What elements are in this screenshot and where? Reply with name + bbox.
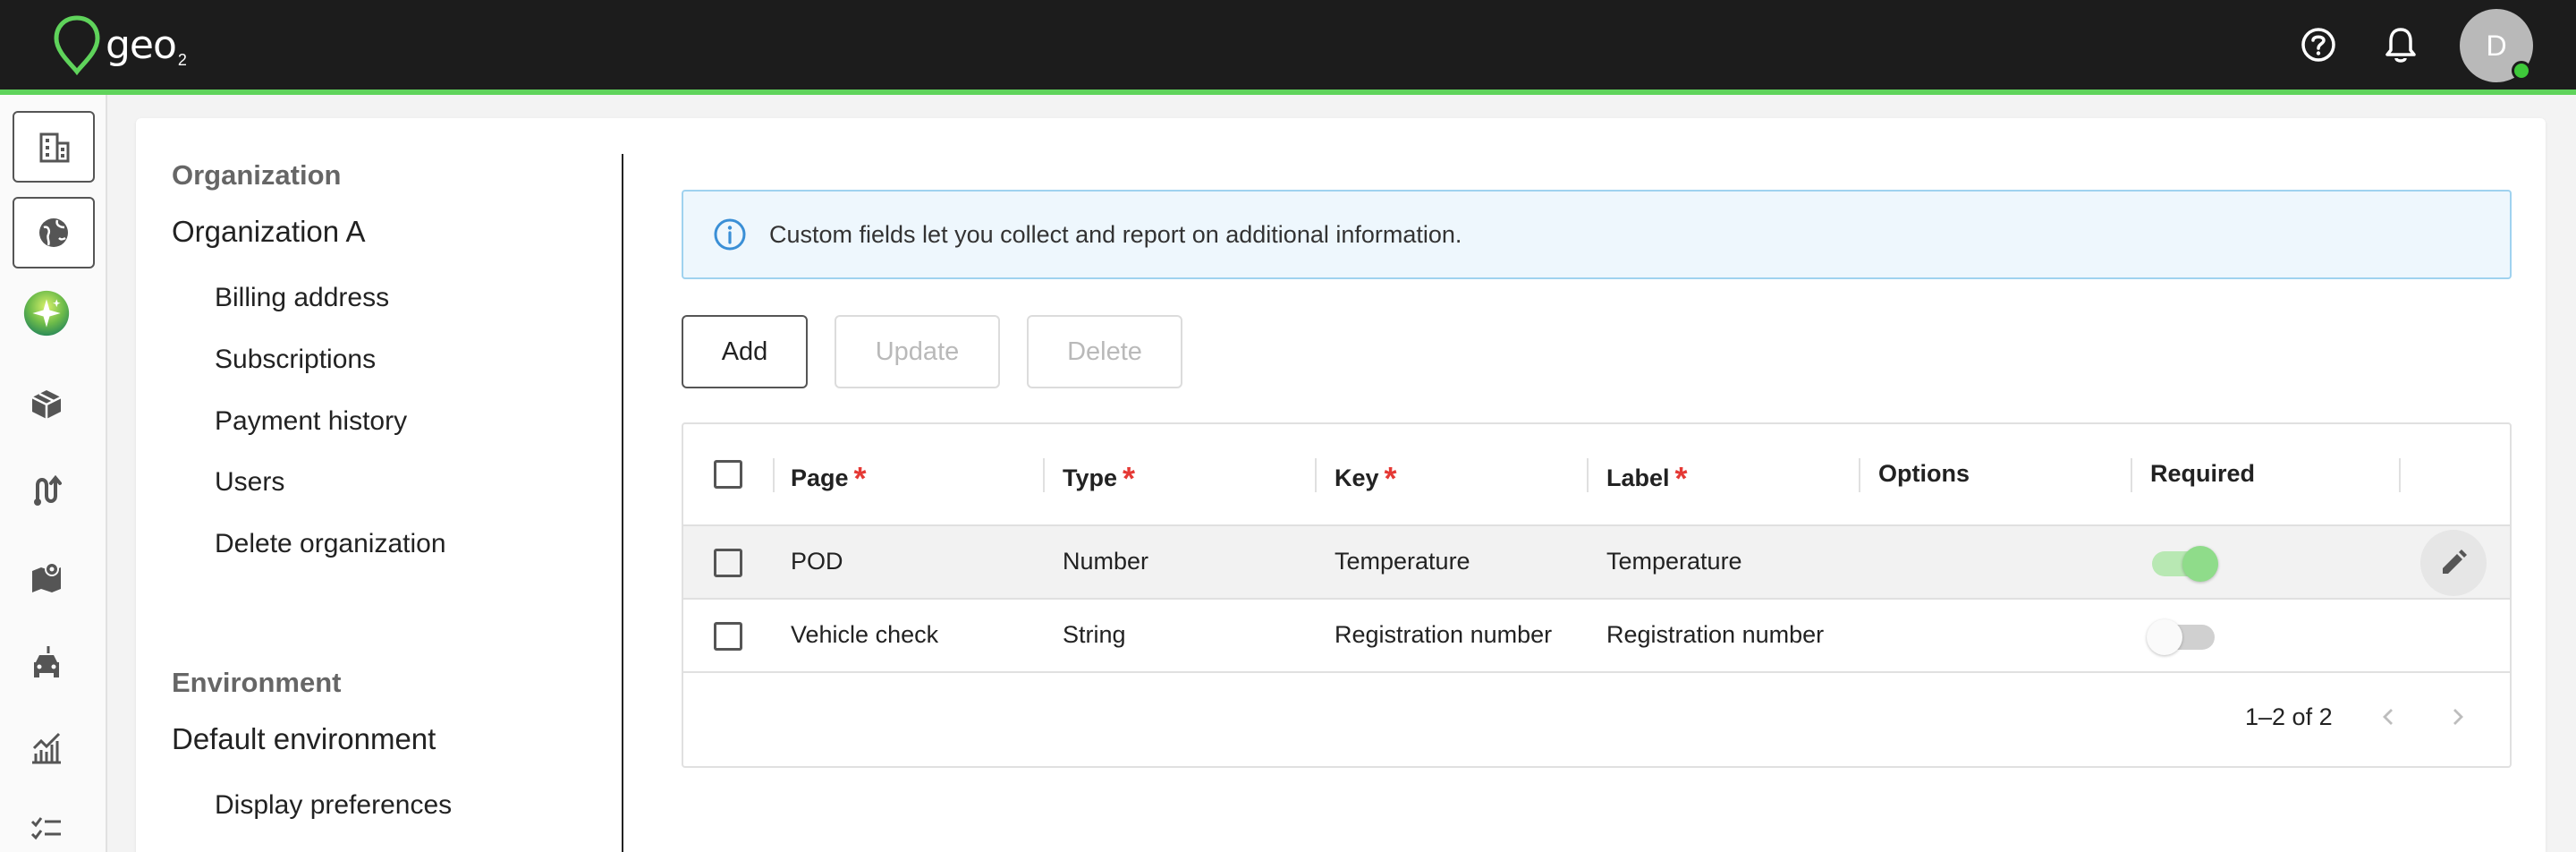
building-icon bbox=[39, 132, 70, 163]
table-header: Page * Type * Key * Label * Options Required bbox=[683, 424, 2510, 526]
column-separator bbox=[1859, 458, 1860, 492]
column-options-label: Options bbox=[1878, 460, 1970, 487]
column-separator bbox=[773, 458, 775, 492]
next-page-button[interactable] bbox=[2435, 694, 2479, 739]
cell-key: Temperature bbox=[1335, 548, 1470, 575]
column-separator bbox=[1587, 458, 1589, 492]
top-bar: geo 2 D bbox=[0, 0, 2576, 89]
cell-label: Temperature bbox=[1606, 548, 1742, 575]
geo-logo[interactable]: geo 2 bbox=[52, 14, 187, 75]
nav-item-payment-history[interactable]: Payment history bbox=[215, 406, 407, 437]
column-page-label: Page bbox=[791, 464, 849, 491]
required-asterisk: * bbox=[853, 460, 867, 497]
update-button[interactable]: Update bbox=[835, 315, 1000, 388]
add-button[interactable]: Add bbox=[682, 315, 808, 388]
column-type-label: Type bbox=[1063, 464, 1118, 491]
toggle-thumb bbox=[2147, 619, 2182, 655]
column-header-type[interactable]: Type * bbox=[1063, 456, 1136, 497]
environment-name[interactable]: Default environment bbox=[172, 722, 436, 756]
table-row[interactable]: POD Number Temperature Temperature bbox=[683, 526, 2510, 600]
checklist-icon[interactable] bbox=[23, 807, 70, 852]
chevron-right-icon bbox=[2453, 709, 2463, 725]
organization-heading: Organization bbox=[172, 159, 342, 191]
left-rail bbox=[0, 95, 107, 852]
cell-page: POD bbox=[791, 548, 843, 575]
location-pin-icon bbox=[54, 15, 100, 75]
required-asterisk: * bbox=[1123, 460, 1136, 497]
custom-fields-table: Page * Type * Key * Label * Options Required… bbox=[682, 422, 2512, 768]
environment-heading: Environment bbox=[172, 667, 342, 698]
cell-label: Registration number bbox=[1606, 621, 1825, 648]
info-banner-text: Custom fields let you collect and report… bbox=[769, 220, 1462, 248]
cell-type: String bbox=[1063, 621, 1126, 648]
column-header-page[interactable]: Page * bbox=[791, 456, 867, 497]
help-circle-icon[interactable] bbox=[2295, 21, 2342, 68]
chart-icon[interactable] bbox=[23, 725, 70, 771]
logo-text: geo bbox=[106, 21, 177, 68]
row-checkbox[interactable] bbox=[714, 622, 742, 651]
column-separator bbox=[1043, 458, 1045, 492]
sparkle-icon[interactable] bbox=[23, 290, 70, 337]
column-required-label: Required bbox=[2150, 460, 2256, 487]
column-header-key[interactable]: Key * bbox=[1335, 456, 1397, 497]
pagination-range: 1–2 of 2 bbox=[2245, 703, 2333, 730]
nav-divider bbox=[622, 154, 623, 852]
vehicle-icon[interactable] bbox=[23, 639, 70, 686]
column-separator bbox=[1315, 458, 1317, 492]
info-icon bbox=[714, 218, 746, 251]
route-icon[interactable] bbox=[23, 467, 70, 514]
globe-icon bbox=[39, 218, 68, 247]
nav-item-users[interactable]: Users bbox=[215, 467, 284, 498]
column-label-label: Label bbox=[1606, 464, 1670, 491]
select-all-checkbox[interactable] bbox=[714, 460, 742, 489]
logo-subscript: 2 bbox=[177, 51, 187, 69]
column-header-required[interactable]: Required bbox=[2150, 460, 2255, 488]
organization-name[interactable]: Organization A bbox=[172, 215, 365, 249]
bell-icon[interactable] bbox=[2377, 21, 2424, 68]
row-checkbox[interactable] bbox=[714, 549, 742, 577]
column-separator bbox=[2131, 458, 2132, 492]
cell-key: Registration number bbox=[1335, 621, 1553, 648]
chevron-left-icon bbox=[2383, 709, 2393, 725]
column-separator bbox=[2399, 458, 2401, 492]
nav-item-subscriptions[interactable]: Subscriptions bbox=[215, 345, 376, 375]
map-icon[interactable] bbox=[23, 553, 70, 600]
required-asterisk: * bbox=[1384, 460, 1397, 497]
rail-organization-button[interactable] bbox=[13, 111, 95, 183]
column-header-options[interactable]: Options bbox=[1878, 460, 1970, 488]
toggle-thumb bbox=[2182, 546, 2218, 582]
previous-page-button[interactable] bbox=[2367, 694, 2411, 739]
required-toggle[interactable] bbox=[2150, 544, 2222, 584]
column-header-label[interactable]: Label * bbox=[1606, 456, 1688, 497]
required-asterisk: * bbox=[1674, 460, 1688, 497]
rail-environment-button[interactable] bbox=[13, 197, 95, 268]
nav-item-billing-address[interactable]: Billing address bbox=[215, 283, 389, 313]
topbar-accent-line bbox=[0, 89, 2576, 95]
cell-type: Number bbox=[1063, 548, 1149, 575]
edit-row-button[interactable] bbox=[2420, 530, 2487, 596]
pencil-icon bbox=[2443, 550, 2467, 574]
nav-item-display-preferences[interactable]: Display preferences bbox=[215, 790, 452, 821]
required-toggle[interactable] bbox=[2147, 618, 2222, 657]
online-status-dot bbox=[2512, 61, 2531, 81]
table-row[interactable]: Vehicle check String Registration number… bbox=[683, 600, 2510, 673]
info-banner: Custom fields let you collect and report… bbox=[682, 190, 2512, 279]
avatar-initial: D bbox=[2486, 29, 2507, 62]
column-key-label: Key bbox=[1335, 464, 1379, 491]
package-icon[interactable] bbox=[23, 381, 70, 428]
nav-item-delete-organization[interactable]: Delete organization bbox=[215, 529, 446, 559]
cell-page: Vehicle check bbox=[791, 621, 939, 648]
user-avatar[interactable]: D bbox=[2460, 9, 2533, 82]
delete-button[interactable]: Delete bbox=[1027, 315, 1182, 388]
